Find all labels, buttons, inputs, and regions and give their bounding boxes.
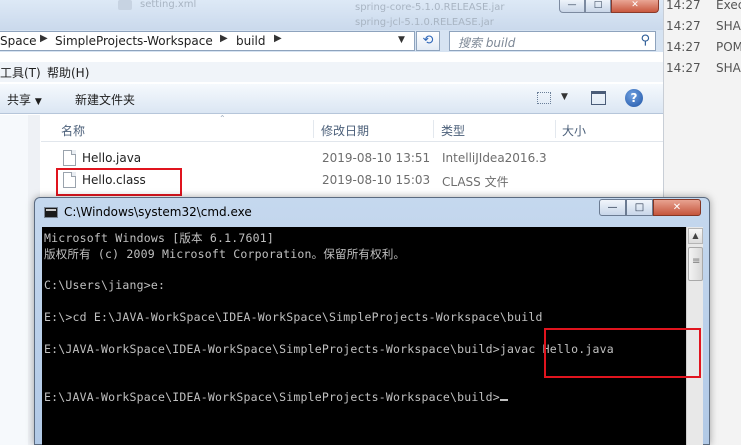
text-cursor bbox=[499, 399, 508, 401]
file-date: 2019-08-10 13:51 bbox=[322, 151, 431, 165]
column-divider[interactable] bbox=[555, 120, 556, 138]
maximize-button[interactable]: □ bbox=[585, 0, 611, 13]
explorer-title-area: setting.xml spring-core-5.1.0.RELEASE.ja… bbox=[0, 0, 663, 30]
sort-arrow-icon: ⌃ bbox=[219, 114, 226, 123]
log-time: 14:27 bbox=[666, 19, 701, 33]
log-value: Exec bbox=[716, 0, 741, 12]
address-row: Space ▶ SimpleProjects-Workspace ▶ build… bbox=[0, 30, 663, 52]
address-bar[interactable]: Space ▶ SimpleProjects-Workspace ▶ build… bbox=[0, 31, 415, 51]
share-button[interactable]: 共享 ▼ bbox=[7, 91, 42, 108]
search-input[interactable]: 搜索 build ⚲ bbox=[449, 31, 656, 51]
file-icon bbox=[63, 150, 76, 166]
column-size[interactable]: 大小 bbox=[562, 122, 586, 139]
log-time: 14:27 bbox=[666, 61, 701, 75]
ghost-item: spring-core-5.1.0.RELEASE.jar bbox=[355, 2, 505, 13]
preview-pane-icon[interactable] bbox=[591, 91, 606, 105]
menu-help[interactable]: 帮助(H) bbox=[47, 64, 89, 81]
log-value: SHA1 bbox=[716, 19, 741, 33]
breadcrumb-separator-icon[interactable]: ▶ bbox=[40, 33, 48, 44]
refresh-button[interactable]: ⟲ bbox=[416, 31, 440, 51]
console-line: C:\Users\jiang>e: bbox=[44, 278, 166, 292]
cmd-close-button[interactable]: ✕ bbox=[653, 199, 701, 216]
javac-command-highlight-box bbox=[544, 328, 701, 378]
cmd-window-controls: — □ ✕ bbox=[599, 199, 703, 217]
breadcrumb-separator-icon[interactable]: ▶ bbox=[274, 33, 282, 44]
toolbar: 共享 ▼ 新建文件夹 ▼ ? bbox=[0, 84, 663, 114]
file-row[interactable]: Hello.java 2019-08-10 13:51 IntelliJIdea… bbox=[41, 148, 663, 169]
column-divider[interactable] bbox=[313, 120, 314, 138]
search-placeholder: 搜索 build bbox=[458, 36, 516, 50]
log-time: 14:27 bbox=[666, 0, 701, 12]
column-type[interactable]: 类型 bbox=[441, 122, 465, 139]
view-options-icon[interactable] bbox=[537, 92, 551, 104]
console-line: E:\JAVA-WorkSpace\IDEA-WorkSpace\SimpleP… bbox=[44, 342, 614, 356]
column-header: ⌃ 名称 修改日期 类型 大小 bbox=[41, 114, 663, 142]
menu-tools[interactable]: 工具(T) bbox=[0, 64, 41, 81]
new-folder-button[interactable]: 新建文件夹 bbox=[75, 91, 135, 108]
scrollbar-thumb[interactable] bbox=[688, 247, 703, 281]
cmd-maximize-button[interactable]: □ bbox=[626, 199, 653, 216]
cmd-icon bbox=[44, 207, 58, 218]
breadcrumb-space[interactable]: Space bbox=[0, 34, 37, 48]
file-type: IntelliJIdea2016.3 bbox=[442, 151, 547, 165]
scroll-up-icon[interactable]: ▲ bbox=[688, 228, 703, 244]
cmd-minimize-button[interactable]: — bbox=[599, 199, 626, 216]
console-line: 版权所有 (c) 2009 Microsoft Corporation。保留所有… bbox=[44, 247, 406, 261]
file-type: CLASS 文件 bbox=[442, 175, 509, 189]
minimize-button[interactable]: — bbox=[559, 0, 585, 13]
console-prompt-line: E:\JAVA-WorkSpace\IDEA-WorkSpace\SimpleP… bbox=[44, 390, 508, 404]
share-label: 共享 bbox=[7, 93, 32, 107]
class-file-highlight-box bbox=[56, 168, 182, 196]
breadcrumb-build[interactable]: build bbox=[236, 34, 266, 48]
help-icon[interactable]: ? bbox=[625, 89, 643, 107]
column-name[interactable]: 名称 bbox=[61, 122, 85, 139]
cmd-title: C:\Windows\system32\cmd.exe bbox=[64, 205, 252, 219]
log-value: SHA1 bbox=[716, 61, 741, 75]
file-name: Hello.java bbox=[82, 151, 142, 165]
breadcrumb-separator-icon[interactable]: ▶ bbox=[220, 33, 228, 44]
breadcrumb-workspace[interactable]: SimpleProjects-Workspace bbox=[55, 34, 213, 48]
console-line: Microsoft Windows [版本 6.1.7601] bbox=[44, 231, 274, 245]
column-divider[interactable] bbox=[433, 120, 434, 138]
log-time: 14:27 bbox=[666, 40, 701, 54]
search-icon[interactable]: ⚲ bbox=[640, 33, 650, 48]
log-value: POM bbox=[716, 40, 741, 54]
refresh-icon: ⟲ bbox=[422, 33, 434, 48]
file-date: 2019-08-10 15:03 bbox=[322, 173, 431, 187]
column-date[interactable]: 修改日期 bbox=[321, 122, 369, 139]
explorer-window-controls: — □ ✕ bbox=[559, 0, 661, 13]
cmd-window: C:\Windows\system32\cmd.exe — □ ✕ Micros… bbox=[34, 197, 710, 445]
console-prompt: E:\JAVA-WorkSpace\IDEA-WorkSpace\SimpleP… bbox=[44, 390, 500, 404]
ghost-folder-icon bbox=[118, 0, 132, 10]
chevron-down-icon: ▼ bbox=[34, 97, 42, 107]
ghost-item: spring-jcl-5.1.0.RELEASE.jar bbox=[355, 17, 494, 28]
address-dropdown-icon[interactable]: ▼ bbox=[398, 35, 405, 45]
menu-bar: 工具(T) 帮助(H) bbox=[0, 62, 663, 82]
close-button[interactable]: ✕ bbox=[611, 0, 659, 13]
chevron-down-icon[interactable]: ▼ bbox=[561, 92, 568, 102]
ghost-item: setting.xml bbox=[140, 0, 197, 10]
console-line: E:\>cd E:\JAVA-WorkSpace\IDEA-WorkSpace\… bbox=[44, 310, 543, 324]
